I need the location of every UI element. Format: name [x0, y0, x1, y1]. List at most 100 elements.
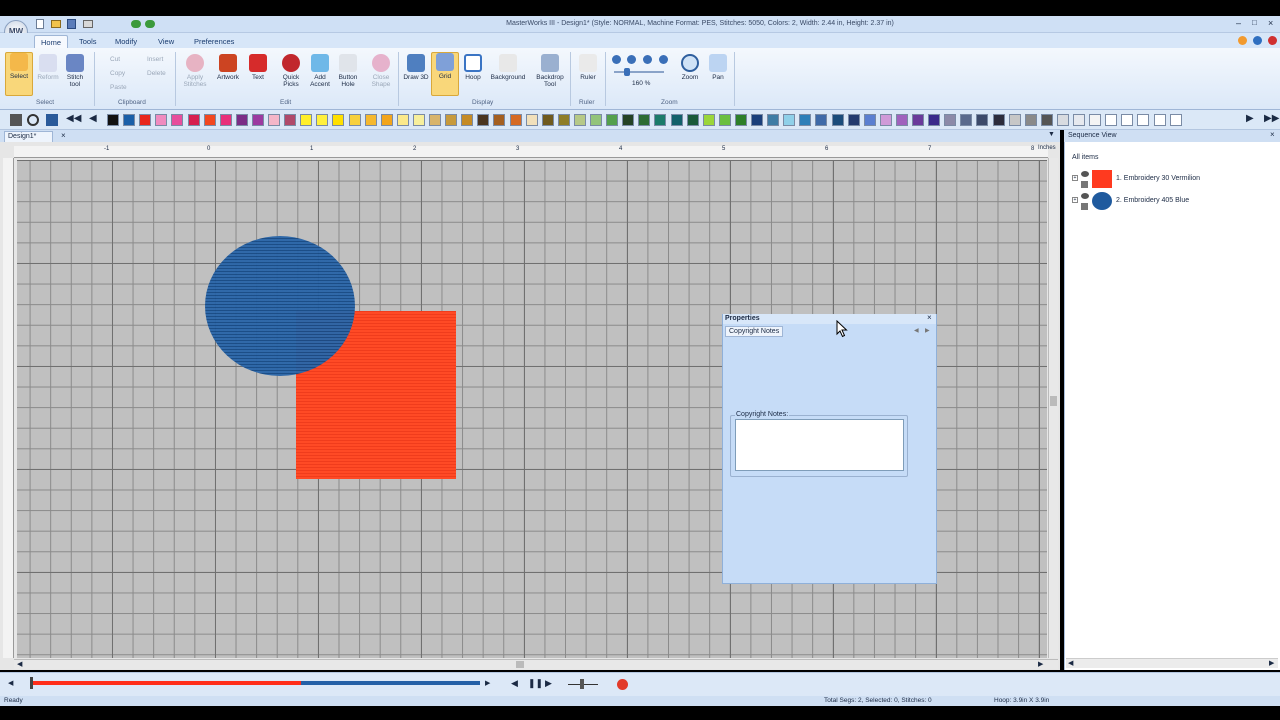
- horizontal-scrollbar[interactable]: ◀ ▶: [14, 659, 1058, 669]
- color-swatch[interactable]: [928, 114, 941, 126]
- properties-tab-prev-icon[interactable]: ◀: [914, 327, 919, 334]
- zoom-button[interactable]: Zoom: [676, 54, 704, 81]
- color-swatch[interactable]: [509, 114, 522, 126]
- color-swatch[interactable]: [622, 114, 635, 126]
- zoom-pause-icon[interactable]: [659, 55, 668, 64]
- color-swatch[interactable]: [686, 114, 699, 126]
- properties-tab-next-icon[interactable]: ▶: [925, 327, 930, 334]
- color-swatch[interactable]: [1121, 114, 1134, 126]
- stitch-tool-button[interactable]: Stitch tool: [61, 54, 89, 88]
- color-swatch[interactable]: [203, 114, 216, 126]
- color-swatch[interactable]: [268, 114, 280, 126]
- eye-icon[interactable]: [1081, 171, 1089, 177]
- color-swatch[interactable]: [992, 114, 1005, 126]
- scroll-left-icon[interactable]: ◀: [17, 660, 22, 668]
- color-swatch[interactable]: [895, 114, 908, 126]
- color-swatch[interactable]: [1105, 114, 1118, 126]
- palette-next-icon[interactable]: ▶: [1246, 113, 1254, 124]
- sequence-item-2[interactable]: + 2. Embroidery 405 Blue: [1070, 192, 1220, 212]
- color-swatch[interactable]: [187, 114, 200, 126]
- stitch-progress-handle[interactable]: [30, 677, 33, 689]
- palette-search-icon[interactable]: [27, 114, 39, 126]
- tab-tools[interactable]: Tools: [79, 37, 97, 46]
- color-swatch[interactable]: [348, 114, 361, 126]
- tab-preferences[interactable]: Preferences: [194, 37, 234, 46]
- color-swatch[interactable]: [557, 114, 570, 126]
- copyright-notes-textarea[interactable]: [735, 419, 904, 471]
- ribbon-close-icon[interactable]: [1268, 36, 1277, 45]
- color-swatch[interactable]: [831, 114, 844, 126]
- vertical-scrollbar[interactable]: [1048, 158, 1058, 658]
- color-swatch[interactable]: [251, 114, 264, 126]
- ruler-button[interactable]: Ruler: [574, 54, 602, 81]
- palette-thread-icon[interactable]: [46, 114, 58, 126]
- color-swatch[interactable]: [155, 114, 168, 126]
- color-swatch[interactable]: [879, 114, 892, 126]
- grid-button[interactable]: Grid: [431, 52, 459, 96]
- zoom-out-icon[interactable]: [627, 55, 636, 64]
- color-swatch[interactable]: [1073, 114, 1085, 126]
- vertical-scroll-thumb[interactable]: [1050, 396, 1057, 406]
- color-swatch[interactable]: [1169, 114, 1182, 126]
- palette-last-icon[interactable]: ▶▶: [1264, 113, 1279, 124]
- color-swatch[interactable]: [944, 114, 957, 126]
- color-swatch[interactable]: [734, 114, 747, 126]
- color-swatch[interactable]: [316, 114, 329, 126]
- color-swatch[interactable]: [380, 114, 393, 126]
- color-swatch[interactable]: [847, 114, 860, 126]
- backdrop-tool-button[interactable]: Backdrop Tool: [531, 54, 569, 88]
- color-swatch[interactable]: [1056, 114, 1069, 126]
- doc-tabs-dropdown-icon[interactable]: ▼: [1048, 131, 1055, 138]
- step-forward-icon[interactable]: ▶: [545, 678, 552, 689]
- zoom-buttons-row[interactable]: [612, 55, 672, 65]
- color-swatch[interactable]: [461, 114, 474, 126]
- apply-stitches-button[interactable]: Apply Stitches: [181, 54, 209, 88]
- color-swatch[interactable]: [235, 114, 248, 126]
- color-swatch[interactable]: [1008, 114, 1021, 126]
- palette-first-icon[interactable]: ◀◀: [66, 113, 81, 124]
- color-swatch[interactable]: [541, 114, 554, 126]
- close-window-button[interactable]: ×: [1268, 18, 1273, 28]
- color-swatch[interactable]: [590, 114, 602, 126]
- help-icon[interactable]: [1253, 36, 1262, 45]
- delete-button[interactable]: Delete: [147, 70, 166, 77]
- properties-close-icon[interactable]: ×: [927, 313, 932, 322]
- hoop-button[interactable]: Hoop: [459, 54, 487, 81]
- redo-icon[interactable]: [145, 20, 155, 28]
- close-shape-button[interactable]: Close Shape: [367, 54, 395, 88]
- reform-button[interactable]: Reform: [34, 54, 62, 81]
- sequence-item-1[interactable]: + 1. Embroidery 30 Vermilion: [1070, 170, 1220, 190]
- undo-icon[interactable]: [131, 20, 141, 28]
- eye-icon[interactable]: [1081, 193, 1089, 199]
- zoom-slider[interactable]: [614, 71, 664, 73]
- color-swatch[interactable]: [396, 114, 409, 126]
- color-swatch[interactable]: [960, 114, 973, 126]
- quick-picks-button[interactable]: Quick Picks: [277, 54, 305, 88]
- sequence-all-items[interactable]: All items: [1072, 154, 1098, 161]
- color-swatch[interactable]: [863, 114, 876, 126]
- expand-icon[interactable]: +: [1072, 175, 1078, 181]
- color-swatch[interactable]: [219, 114, 232, 126]
- copy-button[interactable]: Copy: [110, 70, 125, 77]
- palette-tool-icon[interactable]: [10, 114, 22, 126]
- minimize-button[interactable]: –: [1236, 18, 1241, 28]
- speed-slider-thumb[interactable]: [580, 679, 584, 689]
- scroll-right-icon[interactable]: ▶: [1038, 660, 1043, 668]
- color-swatch[interactable]: [702, 114, 715, 126]
- color-swatch[interactable]: [332, 114, 345, 126]
- lock-icon[interactable]: [1081, 181, 1088, 188]
- color-swatch[interactable]: [364, 114, 377, 126]
- lock-icon[interactable]: [1081, 203, 1088, 210]
- color-swatch[interactable]: [412, 114, 425, 126]
- orange-circle-icon[interactable]: [1238, 36, 1247, 45]
- player-right-icon[interactable]: ▶: [485, 679, 490, 687]
- color-swatch[interactable]: [284, 114, 297, 126]
- stop-icon[interactable]: [617, 679, 628, 690]
- color-swatch[interactable]: [783, 114, 796, 126]
- expand-icon[interactable]: +: [1072, 197, 1078, 203]
- color-swatch[interactable]: [799, 114, 812, 126]
- pan-button[interactable]: Pan: [704, 54, 732, 81]
- color-swatch[interactable]: [654, 114, 667, 126]
- color-swatch[interactable]: [718, 114, 731, 126]
- color-swatch[interactable]: [767, 114, 780, 126]
